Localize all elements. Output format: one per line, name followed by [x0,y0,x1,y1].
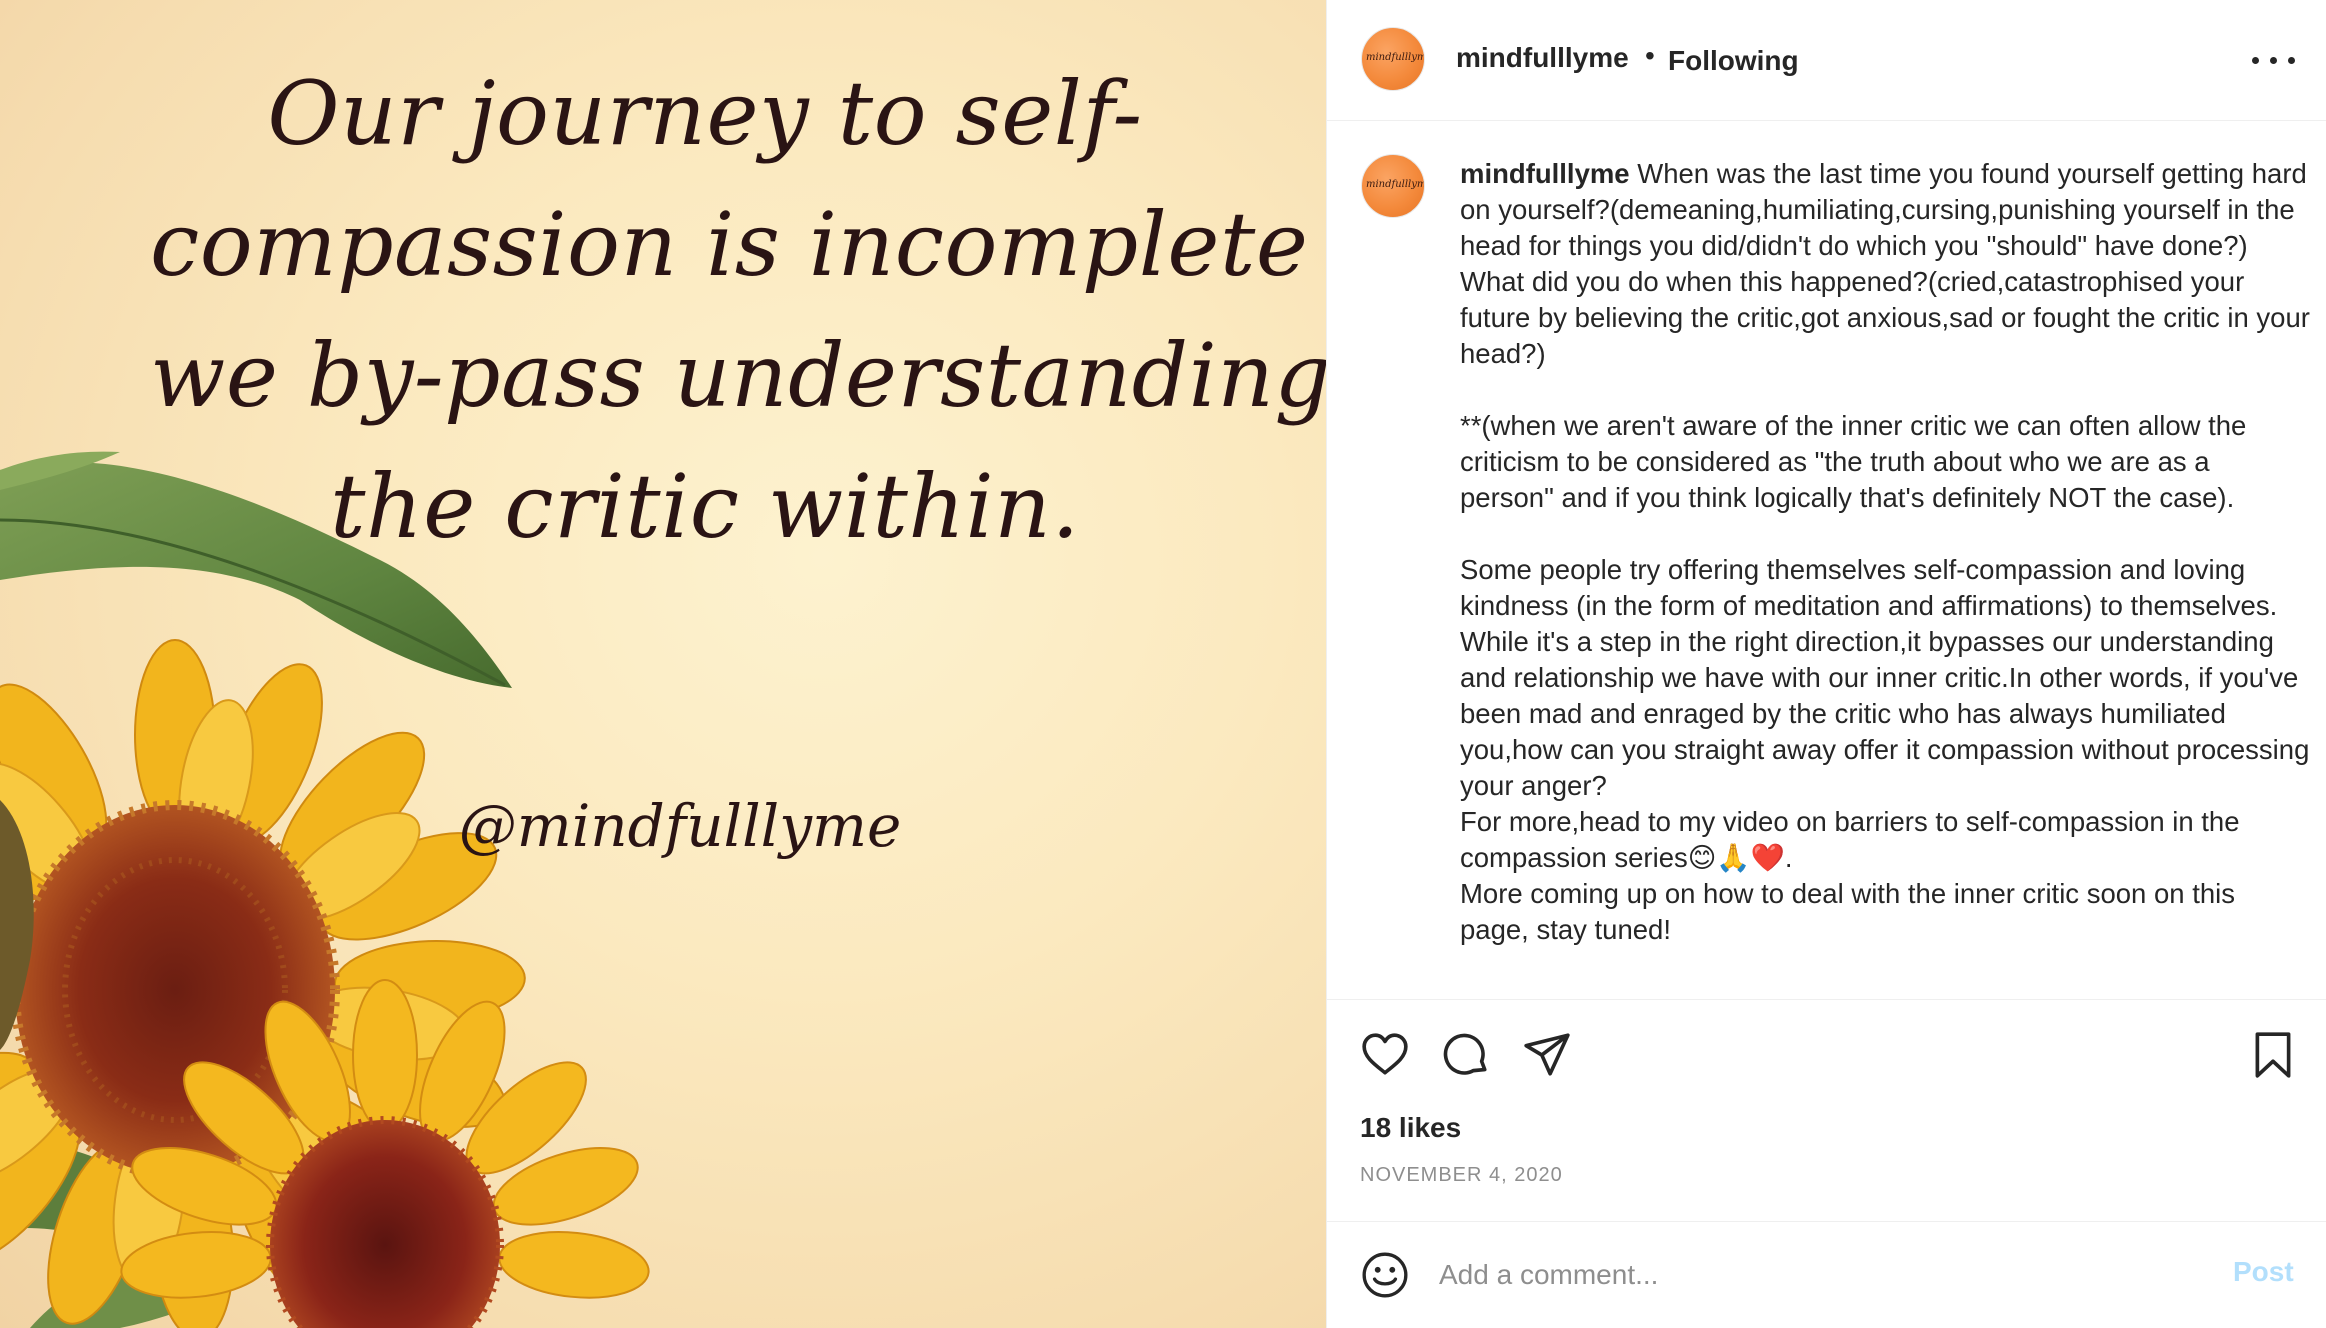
post-actions: 18 likes NOVEMBER 4, 2020 [1327,999,2326,1221]
quote-line: Our journey to self- [267,62,1143,165]
avatar[interactable]: mindfulllyme [1361,27,1425,91]
comment-icon[interactable] [1441,1030,1491,1080]
post-details-panel: mindfulllyme mindfulllyme • Following mi… [1326,0,2326,1328]
share-icon[interactable] [1522,1030,1572,1080]
caption-scroll-area[interactable]: mindfulllyme mindfulllyme When was the l… [1327,122,2326,999]
quote-line: compassion is incomplete if [150,193,1326,296]
avatar[interactable]: mindfulllyme [1361,154,1425,218]
post-image[interactable]: Our journey to self- compassion is incom… [0,0,1326,1328]
more-options-icon[interactable] [2250,42,2296,78]
comment-input[interactable] [1439,1254,2139,1296]
separator-dot: • [1645,40,1655,71]
username-link[interactable]: mindfulllyme [1456,42,1629,74]
image-handle: @mindfulllyme [458,792,902,860]
post-date[interactable]: NOVEMBER 4, 2020 [1360,1164,1563,1187]
post-header: mindfulllyme mindfulllyme • Following [1327,0,2326,121]
quote-line: we by-pass understanding [150,324,1326,427]
following-button[interactable]: Following [1668,45,1799,77]
comment-bar: Post [1327,1221,2326,1328]
emoji-icon[interactable] [1360,1250,1410,1300]
heart-icon[interactable] [1360,1030,1410,1080]
caption-author-link[interactable]: mindfulllyme [1460,158,1630,189]
caption-text: mindfulllyme When was the last time you … [1460,156,2310,948]
likes-count[interactable]: 18 likes [1360,1112,1461,1144]
quote-text: Our journey to self- compassion is incom… [150,48,1326,572]
caption-body: When was the last time you found yoursel… [1460,158,2310,945]
post-comment-button[interactable]: Post [2233,1256,2294,1288]
quote-line: the critic within. [330,455,1080,558]
bookmark-icon[interactable] [2248,1030,2298,1080]
